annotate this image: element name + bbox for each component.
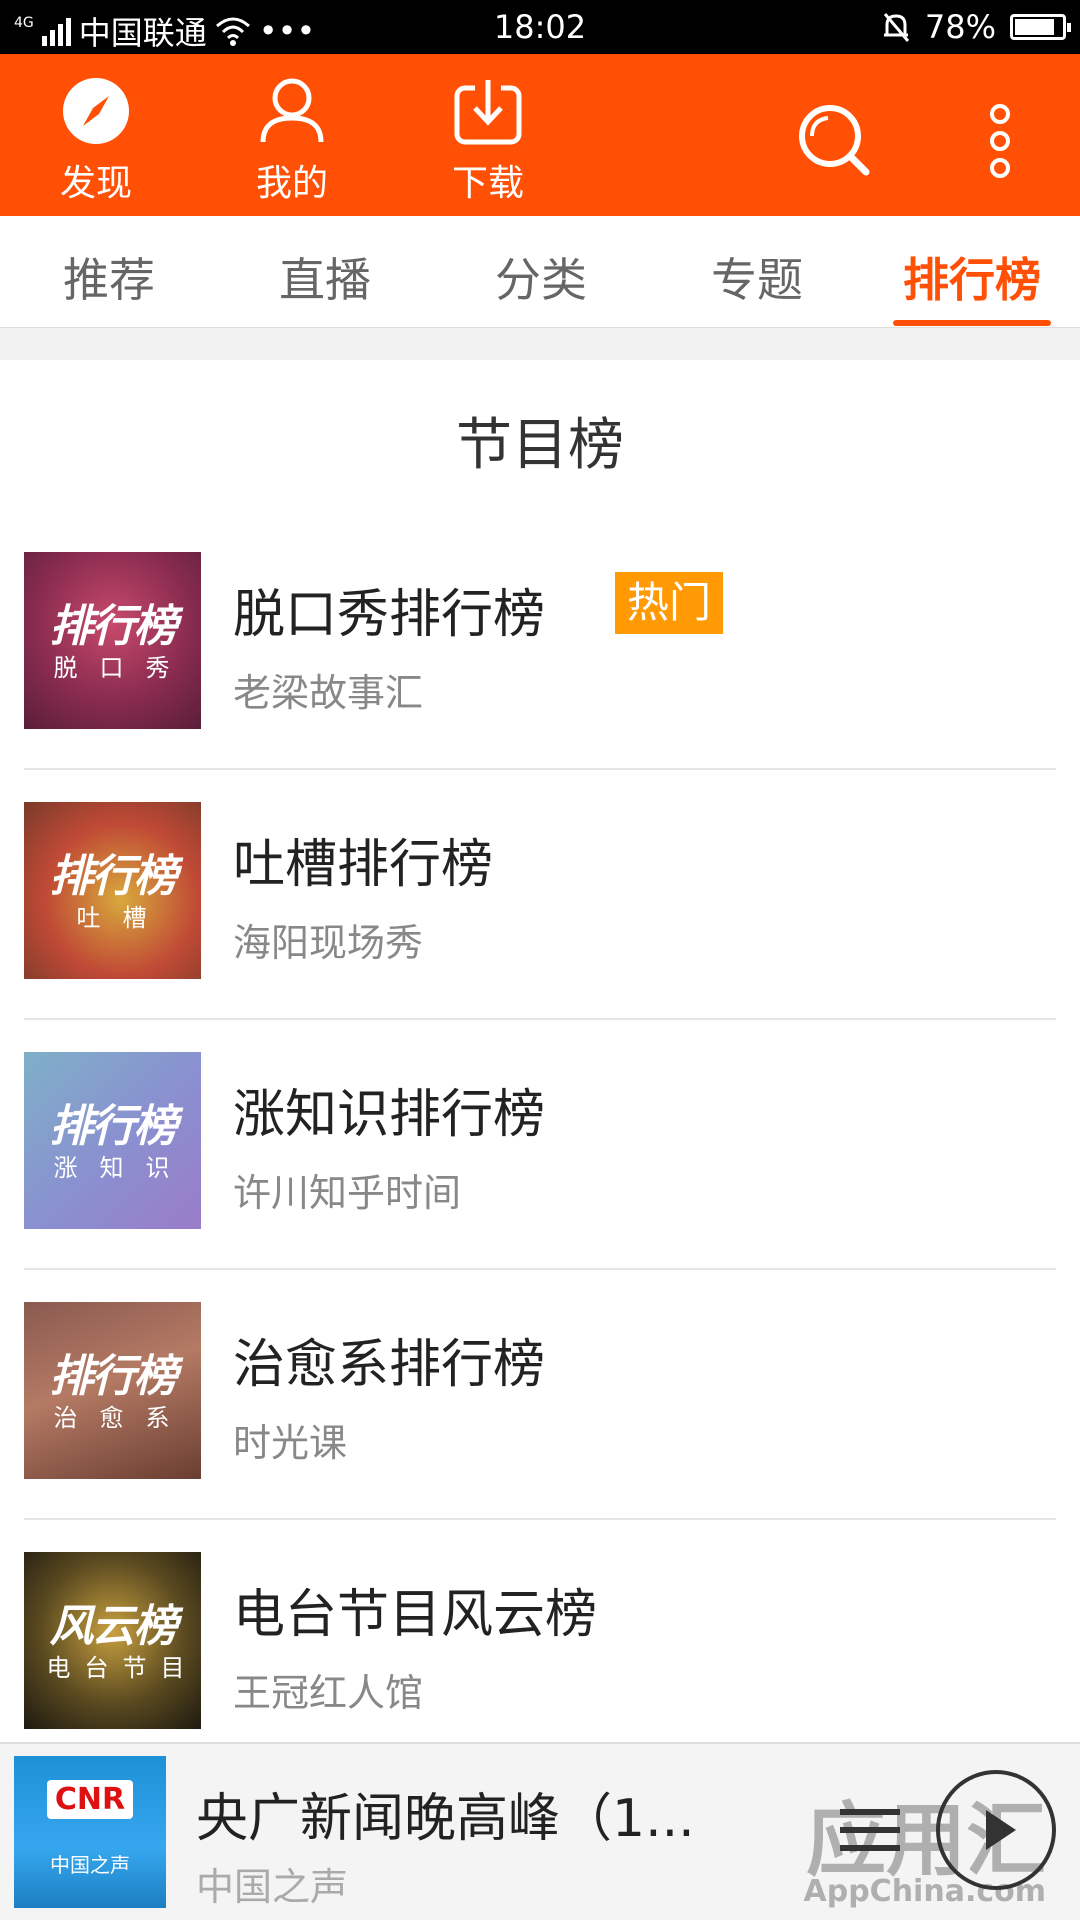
- active-tab-indicator: [893, 320, 1051, 326]
- status-bar: 4G 中国联通 ••• 18:02 78%: [0, 0, 1080, 54]
- item-author: 海阳现场秀: [233, 921, 424, 965]
- item-name: 涨知识排行榜: [233, 1085, 546, 1145]
- cover-title: 排行榜: [49, 1351, 178, 1402]
- category-tabs: 推荐 直播 分类 专题 排行榜: [0, 216, 1080, 328]
- cover-image: 排行榜 脱口秀: [24, 552, 201, 729]
- mine-label: 我的: [255, 163, 328, 204]
- play-icon: [986, 1810, 1016, 1850]
- list-item[interactable]: 排行榜 治愈系 治愈系排行榜 时光课: [0, 1270, 1080, 1520]
- cover-subtitle: 治愈系: [53, 1404, 192, 1432]
- now-playing-channel: 中国之声: [196, 1865, 349, 1909]
- download-label: 下载: [451, 163, 524, 204]
- user-icon: [260, 78, 324, 143]
- search-icon: [799, 105, 870, 176]
- bell-muted-icon: [883, 13, 910, 42]
- item-name: 吐槽排行榜: [233, 835, 494, 895]
- item-author: 王冠红人馆: [233, 1671, 424, 1715]
- item-name: 脱口秀排行榜: [233, 585, 546, 645]
- cover-image: 排行榜 涨知识: [24, 1052, 201, 1229]
- cnr-logo-text: CNR: [46, 1780, 134, 1819]
- mine-button[interactable]: 我的: [232, 76, 352, 206]
- tab-live[interactable]: 直播: [250, 244, 400, 310]
- item-author: 时光课: [233, 1421, 348, 1465]
- cover-image: 风云榜 电台节目: [24, 1552, 201, 1729]
- cover-title: 风云榜: [49, 1601, 178, 1652]
- cover-subtitle: 脱口秀: [53, 654, 192, 682]
- mini-player[interactable]: CNR 中国之声 央广新闻晚高峰（1... 中国之声 应用汇 AppChina.…: [0, 1742, 1080, 1920]
- cover-image: 排行榜 治愈系: [24, 1302, 201, 1479]
- item-name: 电台节目风云榜: [233, 1585, 598, 1645]
- cover-subtitle: 电台节目: [46, 1654, 199, 1682]
- tab-rankings[interactable]: 排行榜: [893, 244, 1051, 310]
- status-right: 78%: [881, 8, 1071, 46]
- battery-percent: 78%: [924, 8, 996, 46]
- cover-subtitle: 涨知识: [53, 1154, 192, 1182]
- search-button[interactable]: [790, 96, 880, 186]
- tab-categories[interactable]: 分类: [466, 244, 616, 310]
- play-button[interactable]: [936, 1770, 1056, 1890]
- discover-label: 发现: [59, 163, 132, 204]
- top-toolbar: 发现 我的 下载: [0, 54, 1080, 216]
- player-cover: CNR 中国之声: [14, 1756, 166, 1908]
- list-item[interactable]: 排行榜 脱口秀 脱口秀排行榜 热门 老梁故事汇: [0, 520, 1080, 770]
- list-item[interactable]: 排行榜 吐槽 吐槽排行榜 海阳现场秀: [0, 770, 1080, 1020]
- list-item[interactable]: 风云榜 电台节目 电台节目风云榜 王冠红人馆: [0, 1520, 1080, 1770]
- cnr-logo: CNR 中国之声: [14, 1780, 166, 1878]
- cover-title: 排行榜: [49, 1101, 178, 1152]
- tab-topics[interactable]: 专题: [682, 244, 832, 310]
- battery-icon: [1010, 14, 1071, 40]
- more-menu-button[interactable]: [955, 96, 1045, 186]
- cover-title: 排行榜: [49, 851, 178, 902]
- cover-channel-name: 中国之声: [50, 1853, 130, 1877]
- list-item[interactable]: 排行榜 涨知识 涨知识排行榜 许川知乎时间: [0, 1020, 1080, 1270]
- page-title: 节目榜: [456, 413, 624, 478]
- discover-button[interactable]: 发现: [36, 76, 156, 206]
- compass-icon: [63, 78, 129, 144]
- cover-subtitle: 吐槽: [76, 904, 169, 932]
- hot-badge: 热门: [615, 572, 724, 634]
- section-gap: [0, 328, 1080, 360]
- item-name: 治愈系排行榜: [233, 1335, 546, 1395]
- cover-title: 排行榜: [49, 601, 178, 652]
- item-author: 许川知乎时间: [233, 1171, 462, 1215]
- download-button[interactable]: 下载: [428, 76, 548, 206]
- more-vertical-icon: [990, 104, 1010, 178]
- playlist-icon[interactable]: [830, 1790, 910, 1870]
- cover-image: 排行榜 吐槽: [24, 802, 201, 979]
- tab-recommend[interactable]: 推荐: [34, 244, 184, 310]
- item-author: 老梁故事汇: [233, 671, 424, 715]
- download-icon: [454, 80, 522, 145]
